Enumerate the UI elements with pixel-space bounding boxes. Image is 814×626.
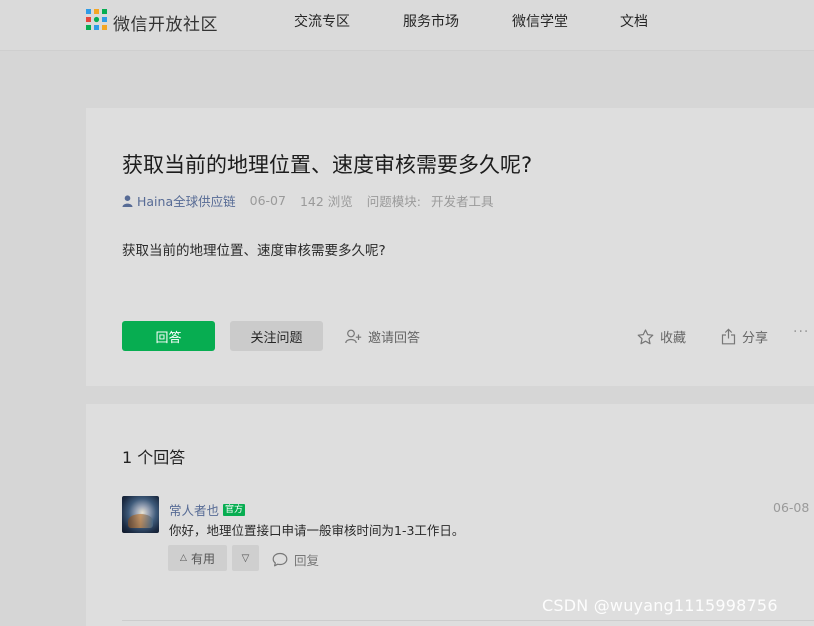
answer-text: 你好，地理位置接口申请一般审核时间为1-3工作日。: [169, 523, 465, 538]
community-logo-icon[interactable]: [86, 9, 107, 30]
question-meta: Haina全球供应链 06-07 142 浏览 问题模块: 开发者工具: [122, 191, 494, 210]
question-date: 06-07: [249, 193, 286, 208]
nav-item-wechat-academy[interactable]: 微信学堂: [512, 11, 568, 31]
avatar[interactable]: [122, 496, 159, 533]
invite-answer-label: 邀请回答: [368, 331, 421, 346]
answers-card: 1 个回答 常人者也 官方 06-08 你好，地理位置接口申请一般审核时间为1-…: [86, 404, 814, 626]
top-nav: 微信开放社区 交流专区 服务市场 微信学堂 文档: [0, 0, 814, 51]
nav-item-docs[interactable]: 文档: [620, 11, 648, 31]
csdn-watermark: CSDN @wuyang1115998756: [542, 596, 778, 615]
question-views: 142 浏览: [299, 194, 353, 209]
comment-icon: [272, 552, 288, 567]
useful-label: 有用: [190, 551, 215, 566]
question-author-name: Haina全球供应链: [137, 194, 236, 209]
not-useful-button[interactable]: ▽: [232, 545, 259, 571]
follow-question-button[interactable]: 关注问题: [230, 321, 323, 351]
triangle-up-icon: △: [180, 553, 187, 563]
useful-button[interactable]: △ 有用: [168, 545, 227, 571]
add-user-icon: [345, 329, 362, 344]
invite-answer-button[interactable]: 邀请回答: [345, 327, 420, 346]
answer-count: 1 个回答: [122, 448, 186, 467]
triangle-down-icon: ▽: [241, 552, 250, 564]
reply-button[interactable]: 回复: [272, 550, 319, 569]
user-icon: [122, 194, 133, 207]
question-module[interactable]: 开发者工具: [431, 191, 494, 210]
question-card: 获取当前的地理位置、速度审核需要多久呢? Haina全球供应链 06-07 14…: [86, 108, 814, 386]
question-module-label: 问题模块:: [366, 194, 422, 209]
nav-item-service-market[interactable]: 服务市场: [403, 11, 459, 31]
share-button[interactable]: 分享: [721, 327, 768, 346]
answer-author-name: 常人者也: [169, 503, 220, 518]
question-author[interactable]: Haina全球供应链: [122, 191, 236, 210]
official-badge: 官方: [223, 503, 246, 516]
share-icon: [721, 328, 736, 345]
answer-author[interactable]: 常人者也 官方: [169, 500, 246, 519]
brand-name[interactable]: 微信开放社区: [113, 10, 218, 35]
answer-button[interactable]: 回答: [122, 321, 215, 351]
question-body: 获取当前的地理位置、速度审核需要多久呢?: [122, 243, 386, 259]
share-label: 分享: [742, 331, 769, 346]
more-options-button[interactable]: ···: [793, 324, 809, 340]
collect-label: 收藏: [660, 331, 687, 346]
answer-divider: [122, 620, 814, 621]
star-icon: [637, 328, 654, 344]
reply-label: 回复: [294, 553, 320, 568]
answer-date: 06-08: [773, 500, 810, 515]
question-title: 获取当前的地理位置、速度审核需要多久呢?: [122, 153, 533, 177]
nav-item-exchange[interactable]: 交流专区: [294, 11, 350, 31]
collect-button[interactable]: 收藏: [637, 327, 686, 346]
